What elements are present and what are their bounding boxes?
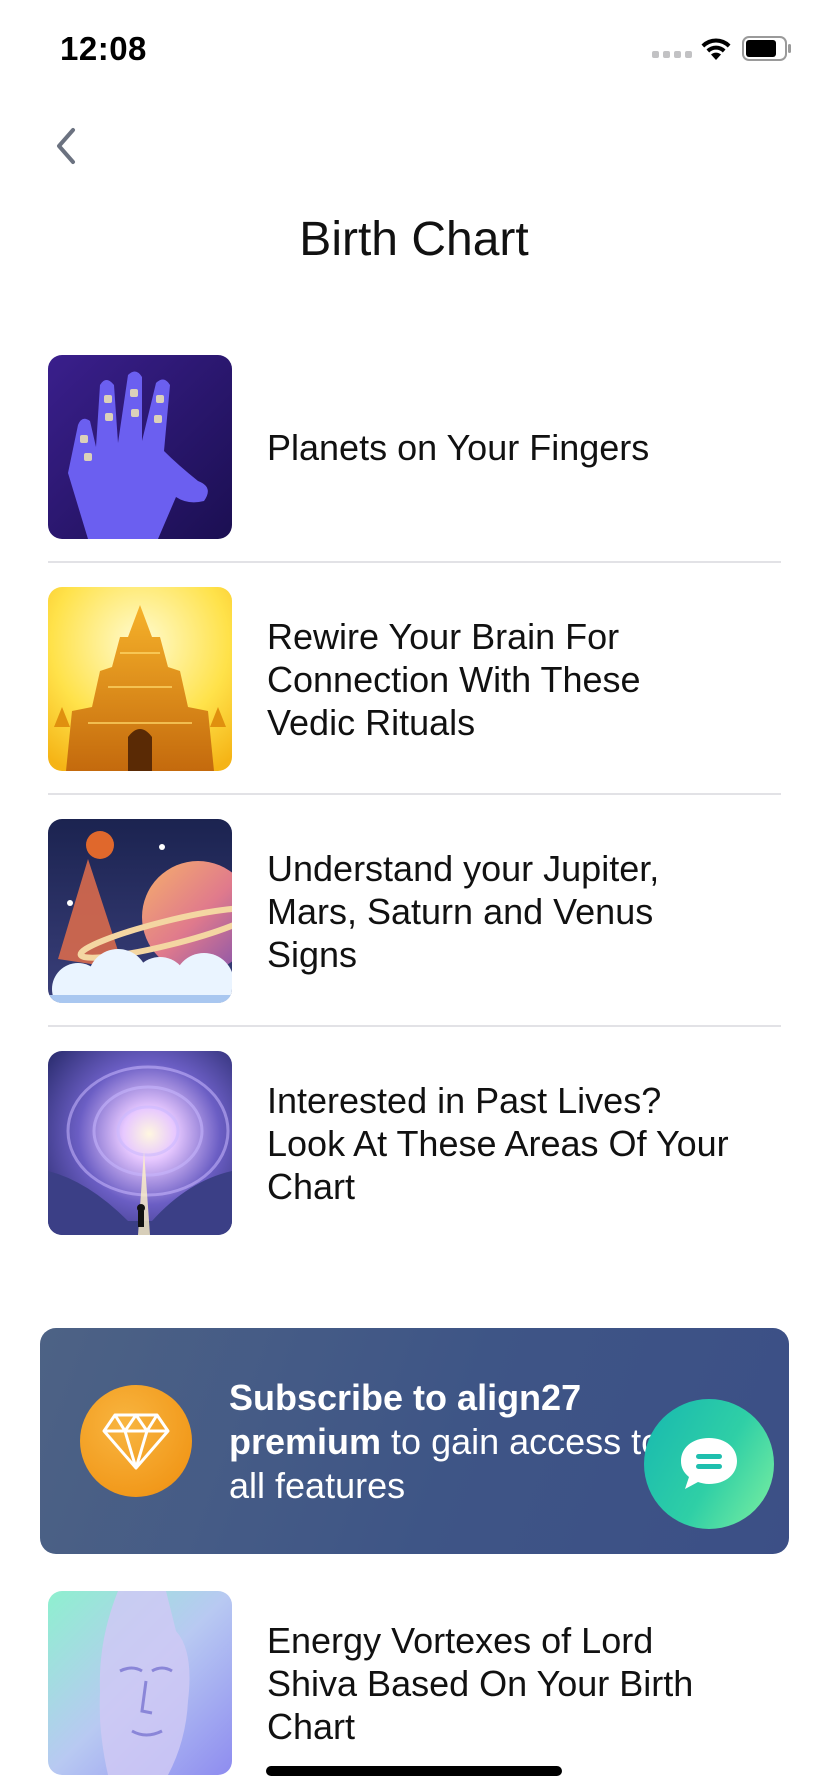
gem-badge — [80, 1385, 192, 1497]
article-thumbnail — [48, 819, 232, 1003]
wifi-icon — [701, 38, 731, 60]
article-thumbnail — [48, 1591, 232, 1775]
back-button[interactable] — [44, 118, 88, 174]
divider — [48, 793, 781, 795]
cellular-signal-icon — [652, 51, 692, 58]
article-title: Rewire Your Brain For Connection With Th… — [267, 615, 641, 743]
home-indicator — [266, 1766, 562, 1776]
article-list: Planets on Your Fingers Rewire Your Brai… — [48, 355, 781, 1235]
premium-banner-text: Subscribe to align27 premium to gain acc… — [229, 1376, 669, 1508]
chevron-left-icon — [57, 128, 75, 164]
article-thumbnail — [48, 1051, 232, 1235]
status-bar: 12:08 — [0, 0, 828, 100]
cosmic-vortex-image — [48, 1051, 232, 1235]
article-item[interactable]: Interested in Past Lives? Look At These … — [48, 1051, 781, 1235]
article-title: Interested in Past Lives? Look At These … — [267, 1079, 729, 1207]
article-thumbnail — [48, 587, 232, 771]
golden-temple-image — [48, 587, 232, 771]
article-item[interactable]: Understand your Jupiter, Mars, Saturn an… — [48, 819, 781, 1003]
page-title: Birth Chart — [299, 213, 529, 266]
battery-icon — [742, 36, 791, 61]
article-item[interactable]: Planets on Your Fingers — [48, 355, 781, 539]
divider — [48, 561, 781, 563]
planets-clouds-image — [48, 819, 232, 1003]
article-thumbnail — [48, 355, 232, 539]
article-title: Understand your Jupiter, Mars, Saturn an… — [267, 847, 660, 975]
article-list-continued: Energy Vortexes of Lord Shiva Based On Y… — [48, 1591, 781, 1775]
palm-planets-image — [48, 355, 232, 539]
chat-bubble-icon — [681, 1438, 737, 1489]
status-time: 12:08 — [60, 30, 147, 67]
article-item[interactable]: Energy Vortexes of Lord Shiva Based On Y… — [48, 1591, 781, 1775]
article-item[interactable]: Rewire Your Brain For Connection With Th… — [48, 587, 781, 771]
chat-button[interactable] — [644, 1399, 774, 1529]
diamond-icon — [102, 1413, 170, 1470]
divider — [48, 1025, 781, 1027]
article-title: Energy Vortexes of Lord Shiva Based On Y… — [267, 1619, 694, 1747]
article-title: Planets on Your Fingers — [267, 426, 650, 468]
shiva-statue-image — [48, 1591, 232, 1775]
